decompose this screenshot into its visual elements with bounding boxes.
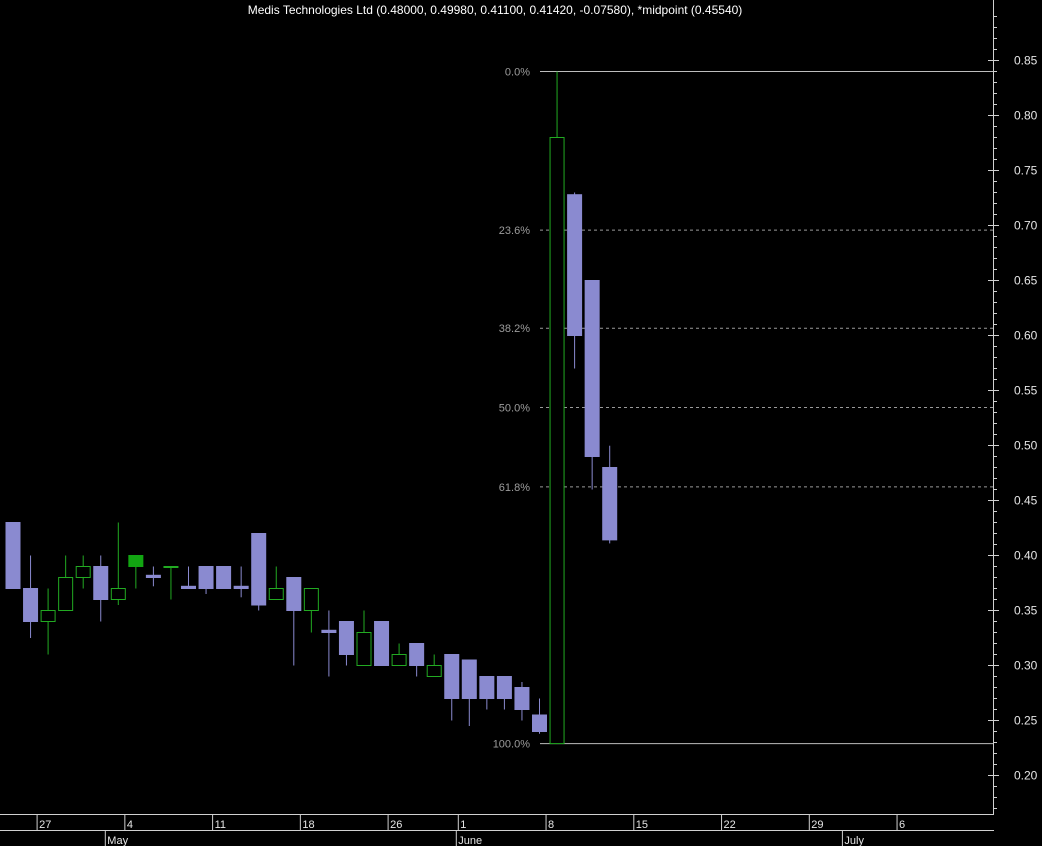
day-tick-label: 6 — [899, 819, 905, 831]
candle-body — [75, 566, 91, 578]
candle-body — [356, 632, 372, 666]
candle-body — [303, 588, 319, 611]
day-tick-label: 4 — [127, 819, 133, 831]
day-tick-label: 1 — [460, 819, 466, 831]
day-tick-label: 18 — [302, 819, 314, 831]
price-tick-label: 0.80 — [1014, 109, 1038, 123]
month-tick-label: July — [844, 835, 864, 846]
candle-body — [338, 621, 354, 655]
price-tick-label: 0.30 — [1014, 659, 1038, 673]
price-tick-label: 0.55 — [1014, 384, 1038, 398]
candle-body — [5, 522, 21, 589]
price-tick-label: 0.65 — [1014, 274, 1038, 288]
candle-body — [233, 585, 249, 589]
candle-body — [602, 467, 618, 541]
price-tick-label: 0.25 — [1014, 714, 1038, 728]
price-tick-label: 0.35 — [1014, 604, 1038, 618]
day-tick-label: 27 — [39, 819, 51, 831]
fib-level-label: 23.6% — [499, 225, 530, 237]
candle-body — [461, 659, 477, 699]
candle-body — [216, 566, 232, 589]
candle-body — [409, 643, 425, 666]
candle-body — [514, 687, 530, 710]
candle-body — [93, 566, 109, 600]
price-tick-label: 0.60 — [1014, 329, 1038, 343]
candle-body — [286, 577, 302, 611]
price-tick-label: 0.85 — [1014, 54, 1038, 68]
day-tick-label: 11 — [215, 819, 226, 831]
candle-body — [128, 555, 144, 567]
day-tick-label: 29 — [811, 819, 823, 831]
candle-body — [479, 676, 495, 699]
candle-body — [110, 588, 126, 600]
candlestick-chart: 0.20 0.25 0.30 0.35 0.40 0.45 0.50 0.55 0.60 0.65… — [0, 0, 1038, 846]
candle-body — [321, 629, 337, 633]
day-tick-label: 22 — [724, 819, 736, 831]
candle-body — [584, 280, 600, 457]
candle-body — [163, 566, 179, 568]
day-tick-label: 15 — [636, 819, 648, 831]
day-tick-label: 26 — [390, 819, 402, 831]
candle-body — [532, 714, 547, 732]
fib-level-label: 100.0% — [493, 739, 531, 751]
candle-body — [23, 588, 39, 622]
candle-body — [198, 566, 214, 589]
fib-level-label: 38.2% — [499, 323, 530, 335]
month-tick-label: June — [458, 835, 482, 846]
candle-body — [374, 621, 390, 666]
fib-level-label: 0.0% — [505, 67, 530, 79]
candle-body — [496, 676, 512, 699]
candle-body — [251, 533, 267, 606]
candle-body — [567, 194, 583, 336]
candle-body — [549, 137, 565, 745]
month-tick-label: May — [107, 835, 128, 846]
candle-body — [58, 577, 74, 611]
candle-body — [40, 610, 56, 622]
day-tick-label: 8 — [548, 819, 554, 831]
price-tick-label: 0.70 — [1014, 219, 1038, 233]
fib-level-label: 61.8% — [499, 482, 530, 494]
candle-body — [268, 588, 284, 600]
fib-level-label: 50.0% — [499, 403, 530, 415]
candle-body — [426, 665, 442, 677]
price-tick-label: 0.20 — [1014, 769, 1038, 783]
price-tick-label: 0.45 — [1014, 494, 1038, 508]
candle-body — [145, 574, 161, 578]
price-tick-label: 0.50 — [1014, 439, 1038, 453]
candle-body — [444, 654, 460, 699]
candle-body — [181, 585, 196, 589]
price-tick-label: 0.40 — [1014, 549, 1038, 563]
price-tick-label: 0.75 — [1014, 164, 1038, 178]
candle-body — [391, 654, 407, 666]
